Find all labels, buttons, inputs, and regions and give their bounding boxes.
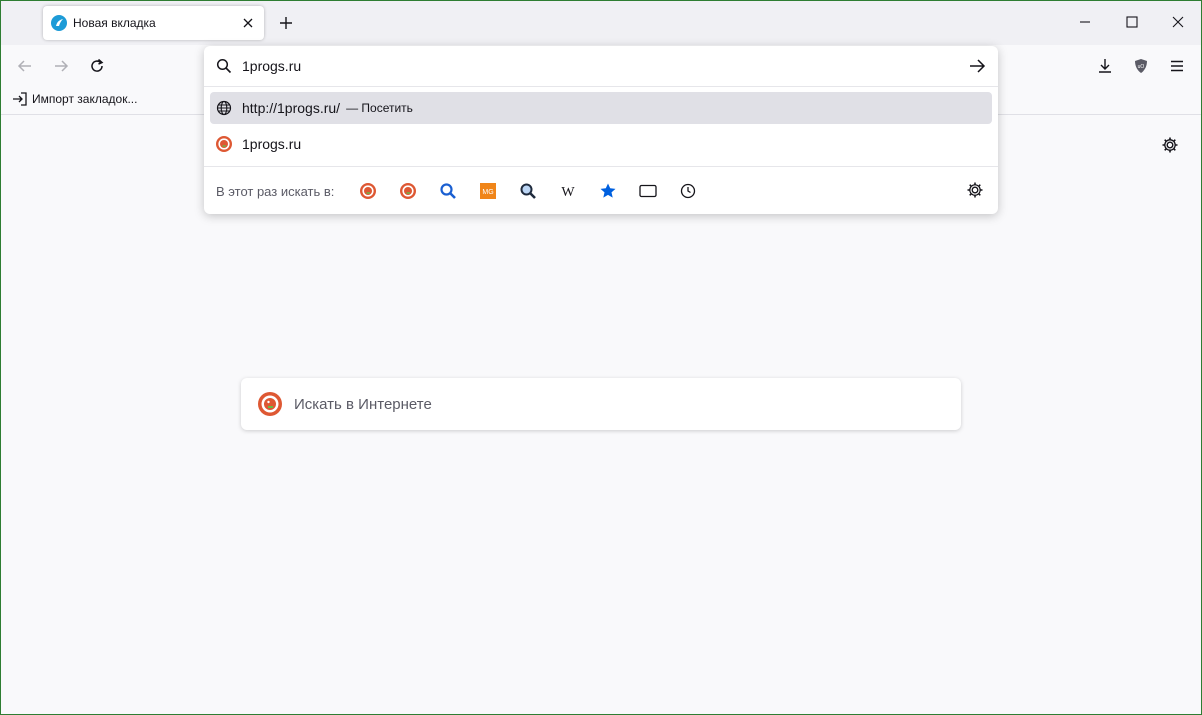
minimize-icon[interactable] — [1070, 8, 1100, 36]
page-settings-gear-icon[interactable] — [1159, 134, 1181, 156]
search-settings-gear-icon[interactable] — [966, 181, 986, 201]
close-window-icon[interactable] — [1163, 8, 1193, 36]
suggestion-url: http://1progs.ru/ — [242, 100, 341, 116]
engine-bar-label: В этот раз искать в: — [216, 183, 335, 199]
svg-text:uO: uO — [1138, 64, 1145, 70]
new-tab-icon[interactable] — [274, 12, 298, 34]
one-off-search-bar: В этот раз искать в: MG W — [204, 166, 998, 215]
suggestion-search[interactable]: 1progs.ru — [210, 128, 992, 160]
ublock-shield-icon[interactable]: uO — [1130, 55, 1152, 77]
suggestion-text: 1progs.ru — [242, 136, 302, 152]
wikipedia-icon[interactable]: W — [558, 181, 578, 201]
reload-icon[interactable] — [86, 55, 108, 77]
forward-arrow-icon[interactable] — [50, 55, 72, 77]
search-icon[interactable] — [438, 181, 458, 201]
tabs-icon[interactable] — [638, 181, 658, 201]
firefox-icon — [51, 15, 67, 31]
web-search-box[interactable]: Искать в Интернете — [241, 378, 961, 430]
title-bar: Новая вкладка — [0, 0, 1202, 45]
tab-new-tab[interactable]: Новая вкладка — [43, 6, 264, 40]
back-arrow-icon[interactable] — [14, 55, 36, 77]
search-icon — [216, 58, 232, 74]
maximize-icon[interactable] — [1117, 8, 1147, 36]
suggestion-visit-url[interactable]: http://1progs.ru/ — Посетить — [210, 92, 992, 124]
duckduckgo-icon[interactable] — [358, 181, 378, 201]
urlbar-dropdown: 1progs.ru http://1progs.ru/ — Посетить 1… — [204, 46, 998, 214]
wikipedia-text: W — [561, 185, 575, 199]
import-bookmarks-button[interactable]: Импорт закладок... — [12, 91, 137, 107]
import-bookmarks-label: Импорт закладок... — [32, 92, 138, 106]
suggestion-action: — Посетить — [346, 101, 413, 115]
go-arrow-icon[interactable] — [968, 57, 986, 75]
menu-hamburger-icon[interactable] — [1166, 55, 1188, 77]
mg-text: MG — [482, 189, 493, 196]
magnifier-icon[interactable] — [518, 181, 538, 201]
duckduckgo-icon[interactable] — [398, 181, 418, 201]
globe-icon — [216, 100, 232, 116]
import-icon — [13, 92, 27, 106]
address-input[interactable]: 1progs.ru — [242, 58, 968, 74]
tab-title: Новая вкладка — [73, 16, 156, 30]
history-clock-icon[interactable] — [678, 181, 698, 201]
address-bar[interactable]: 1progs.ru — [204, 46, 998, 87]
duckduckgo-icon — [258, 392, 282, 416]
bookmarks-star-icon[interactable] — [598, 181, 618, 201]
close-tab-icon[interactable] — [238, 13, 258, 33]
search-placeholder: Искать в Интернете — [294, 395, 432, 413]
mg-icon[interactable]: MG — [478, 181, 498, 201]
duckduckgo-icon — [216, 136, 232, 152]
downloads-icon[interactable] — [1094, 55, 1116, 77]
